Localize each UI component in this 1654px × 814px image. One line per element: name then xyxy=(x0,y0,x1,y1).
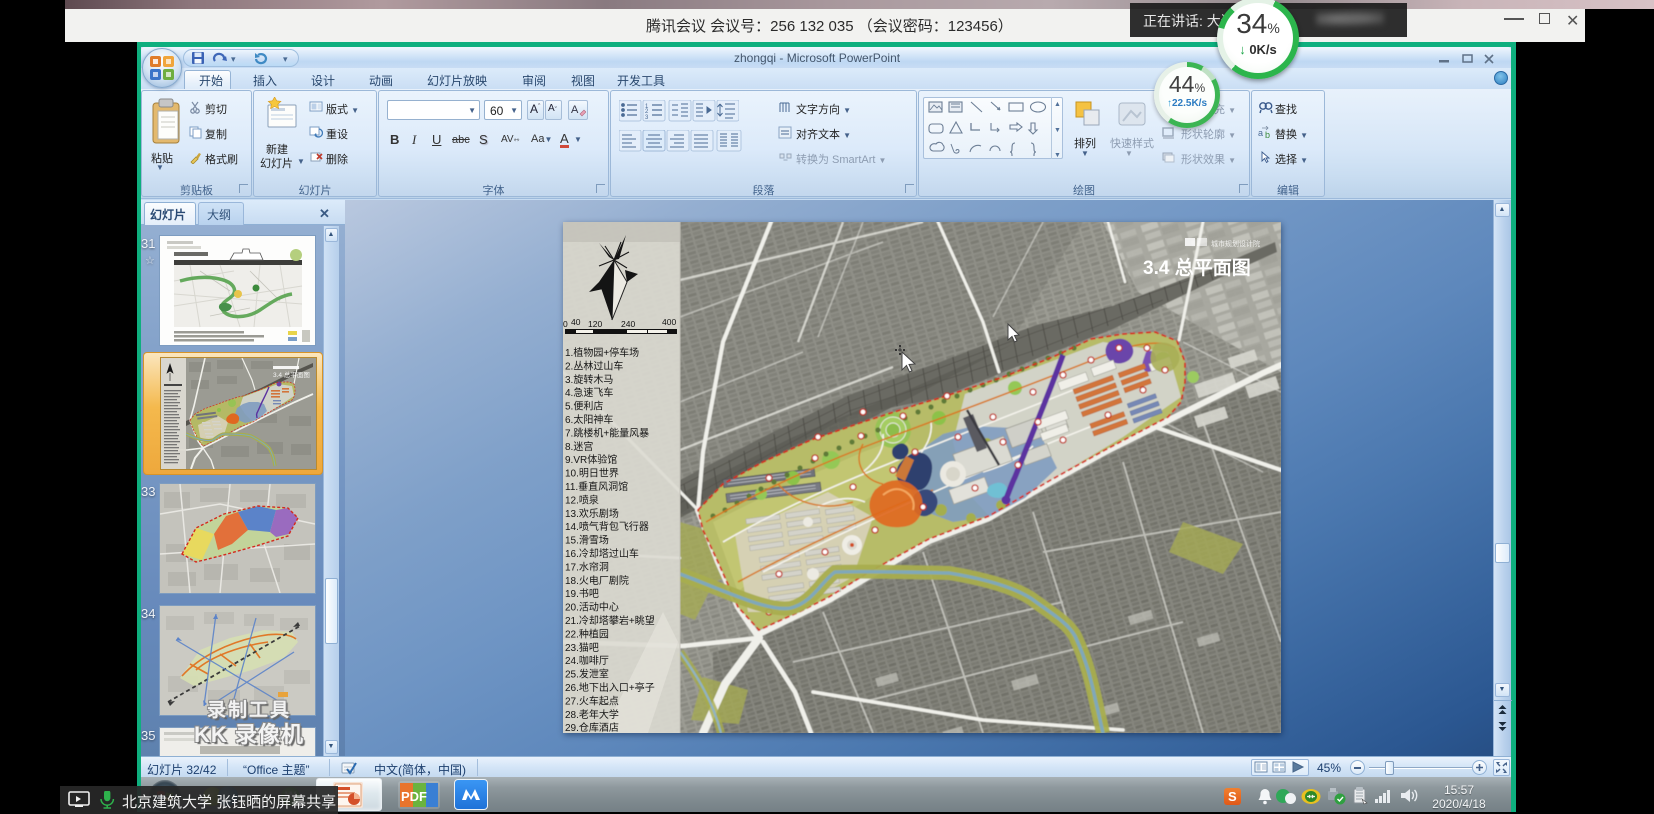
svg-text:9.VR体验馆: 9.VR体验馆 xyxy=(565,453,617,466)
svg-text:10.明日世界: 10.明日世界 xyxy=(565,468,619,480)
svg-text:b: b xyxy=(1265,130,1270,139)
svg-text:40: 40 xyxy=(571,317,581,327)
svg-text:11.垂直风洞馆: 11.垂直风洞馆 xyxy=(565,480,628,493)
svg-text:2.丛林过山车: 2.丛林过山车 xyxy=(565,359,623,372)
svg-text:28.老年大学: 28.老年大学 xyxy=(565,708,619,721)
svg-text:5.便利店: 5.便利店 xyxy=(565,400,603,413)
svg-text:22.种植园: 22.种植园 xyxy=(565,627,609,640)
svg-text:19.书吧: 19.书吧 xyxy=(565,588,599,600)
svg-text:15.滑雪场: 15.滑雪场 xyxy=(565,534,609,547)
svg-text:26.地下出入口+亭子: 26.地下出入口+亭子 xyxy=(565,681,655,694)
svg-text:18.火电厂剧院: 18.火电厂剧院 xyxy=(565,574,629,587)
svg-text:3.4 总平面图: 3.4 总平面图 xyxy=(273,370,310,379)
svg-text:27.火车起点: 27.火车起点 xyxy=(565,694,619,707)
svg-text:8.迷宫: 8.迷宫 xyxy=(565,440,593,453)
svg-text:A: A xyxy=(571,104,579,116)
svg-text:13.欢乐剧场: 13.欢乐剧场 xyxy=(565,507,619,520)
svg-text:21.冷却塔攀岩+眺望: 21.冷却塔攀岩+眺望 xyxy=(565,614,655,627)
svg-text:20.活动中心: 20.活动中心 xyxy=(565,601,619,614)
svg-text:7.跳楼机+能量风暴: 7.跳楼机+能量风暴 xyxy=(565,426,649,439)
svg-text:6.太阳神车: 6.太阳神车 xyxy=(565,413,613,426)
svg-text:12.喷泉: 12.喷泉 xyxy=(565,493,599,506)
svg-text:▾: ▾ xyxy=(283,54,288,64)
svg-text:14.喷气背包飞行器: 14.喷气背包飞行器 xyxy=(565,520,649,533)
svg-text:16.冷却塔过山车: 16.冷却塔过山车 xyxy=(565,547,639,560)
svg-text:a: a xyxy=(1258,128,1263,138)
svg-text:城市规划设计院: 城市规划设计院 xyxy=(1211,239,1260,248)
svg-text:400: 400 xyxy=(662,317,676,327)
svg-text:23.猫吧: 23.猫吧 xyxy=(565,641,599,654)
svg-text:240: 240 xyxy=(621,319,635,329)
svg-text:▾: ▾ xyxy=(231,54,236,64)
svg-text:120: 120 xyxy=(588,319,602,329)
svg-text:24.咖啡厅: 24.咖啡厅 xyxy=(565,655,609,667)
svg-text:29.仓库酒店: 29.仓库酒店 xyxy=(565,721,619,733)
svg-text:17.水帘洞: 17.水帘洞 xyxy=(565,560,609,573)
svg-text:0: 0 xyxy=(563,319,568,329)
svg-text:4.急速飞车: 4.急速飞车 xyxy=(565,386,613,399)
svg-text:1.植物园+停车场: 1.植物园+停车场 xyxy=(565,346,639,359)
svg-text:25.发泄室: 25.发泄室 xyxy=(565,668,609,681)
svg-text:PDF: PDF xyxy=(401,789,427,804)
svg-text:3.旋转木马: 3.旋转木马 xyxy=(565,373,613,386)
svg-text:3.4 总平面图: 3.4 总平面图 xyxy=(1143,256,1251,279)
